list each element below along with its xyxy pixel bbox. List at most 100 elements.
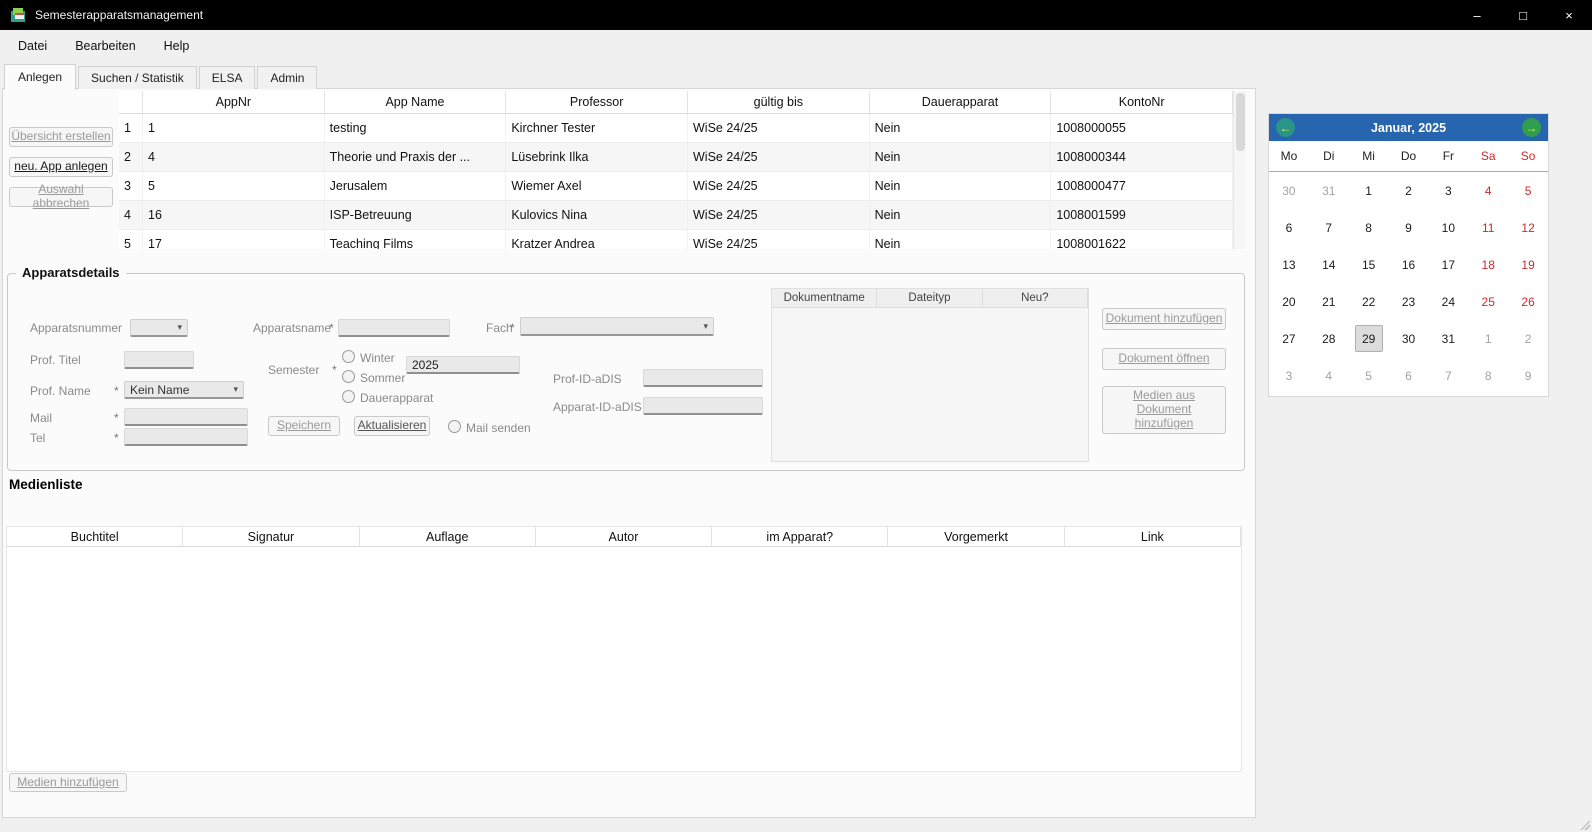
column-header[interactable]: im Apparat? — [712, 527, 888, 546]
calendar-day[interactable]: 28 — [1309, 320, 1349, 357]
calendar-day[interactable]: 25 — [1468, 283, 1508, 320]
auswahl-abbrechen-button[interactable]: Auswahl abbrechen — [9, 187, 113, 207]
calendar-day[interactable]: 4 — [1309, 357, 1349, 394]
resize-grip[interactable] — [1579, 819, 1590, 830]
dokument-oeffnen-button[interactable]: Dokument öffnen — [1102, 348, 1226, 370]
calendar-day[interactable]: 24 — [1428, 283, 1468, 320]
calendar-day[interactable]: 8 — [1468, 357, 1508, 394]
column-header[interactable]: Signatur — [183, 527, 359, 546]
table-row[interactable]: 5 17 Teaching Films Kratzer Andrea WiSe … — [119, 230, 1233, 249]
close-icon[interactable]: × — [1546, 0, 1592, 30]
calendar-day[interactable]: 14 — [1309, 246, 1349, 283]
calendar-day[interactable]: 27 — [1269, 320, 1309, 357]
calendar-day[interactable]: 30 — [1269, 172, 1309, 209]
medien-aus-dokument-button[interactable]: Medien aus Dokument hinzufügen — [1102, 386, 1226, 434]
calendar-day[interactable]: 19 — [1508, 246, 1548, 283]
calendar-day[interactable]: 21 — [1309, 283, 1349, 320]
tab-elsa[interactable]: ELSA — [199, 66, 256, 89]
calendar-day[interactable]: 1 — [1349, 172, 1389, 209]
calendar-day[interactable]: 8 — [1349, 209, 1389, 246]
aktualisieren-button[interactable]: Aktualisieren — [354, 416, 430, 436]
table-scrollbar[interactable] — [1233, 91, 1246, 249]
dokument-hinzufuegen-button[interactable]: Dokument hinzufügen — [1102, 308, 1226, 330]
mail-field[interactable] — [124, 408, 248, 426]
tab-suchen-statistik[interactable]: Suchen / Statistik — [78, 66, 197, 89]
dauerapparat-radio[interactable] — [342, 390, 355, 403]
column-header[interactable]: Dauerapparat — [870, 91, 1052, 113]
column-header[interactable]: Buchtitel — [7, 527, 183, 546]
calendar-day[interactable]: 17 — [1428, 246, 1468, 283]
calendar-day[interactable]: 29 — [1355, 325, 1383, 352]
menu-help[interactable]: Help — [150, 33, 204, 59]
calendar-day[interactable]: 30 — [1389, 320, 1429, 357]
calendar-day[interactable]: 15 — [1349, 246, 1389, 283]
sommer-radio[interactable] — [342, 370, 355, 383]
winter-radio[interactable] — [342, 350, 355, 363]
calendar-day[interactable]: 7 — [1309, 209, 1349, 246]
calendar-day[interactable]: 5 — [1508, 172, 1548, 209]
calendar-day[interactable]: 23 — [1389, 283, 1429, 320]
prof-id-adis-field[interactable] — [643, 369, 763, 387]
fach-combobox[interactable]: ▾ — [520, 317, 714, 336]
column-header[interactable]: Auflage — [360, 527, 536, 546]
apparat-id-adis-field[interactable] — [643, 397, 763, 415]
column-header[interactable]: App Name — [325, 91, 507, 113]
calendar-day[interactable]: 11 — [1468, 209, 1508, 246]
column-header[interactable] — [119, 91, 143, 113]
column-header[interactable]: Vorgemerkt — [888, 527, 1064, 546]
prof-titel-field[interactable] — [124, 351, 194, 369]
column-header[interactable]: Dokumentname — [772, 289, 877, 307]
column-header[interactable]: gültig bis — [688, 91, 870, 113]
column-header[interactable]: Link — [1065, 527, 1241, 546]
column-header[interactable]: KontoNr — [1051, 91, 1233, 113]
calendar-day[interactable]: 9 — [1508, 357, 1548, 394]
calendar-day[interactable]: 16 — [1389, 246, 1429, 283]
menu-datei[interactable]: Datei — [4, 33, 61, 59]
calendar-day[interactable]: 10 — [1428, 209, 1468, 246]
column-header[interactable]: Professor — [506, 91, 688, 113]
column-header[interactable]: AppNr — [143, 91, 325, 113]
calendar-day[interactable]: 3 — [1269, 357, 1309, 394]
calendar-day[interactable]: 12 — [1508, 209, 1548, 246]
tel-field[interactable] — [124, 428, 248, 446]
table-row[interactable]: 4 16 ISP-Betreuung Kulovics Nina WiSe 24… — [119, 201, 1233, 230]
mail-senden-checkbox[interactable] — [448, 420, 461, 433]
menu-bearbeiten[interactable]: Bearbeiten — [61, 33, 149, 59]
tab-anlegen[interactable]: Anlegen — [4, 64, 76, 90]
calendar-day[interactable]: 31 — [1428, 320, 1468, 357]
scrollbar-thumb[interactable] — [1236, 93, 1245, 151]
calendar-day[interactable]: 4 — [1468, 172, 1508, 209]
uebersicht-erstellen-button[interactable]: Übersicht erstellen — [9, 127, 113, 147]
calendar-day[interactable]: 26 — [1508, 283, 1548, 320]
calendar-day[interactable]: 13 — [1269, 246, 1309, 283]
table-row[interactable]: 2 4 Theorie und Praxis der ... Lüsebrink… — [119, 143, 1233, 172]
calendar-day[interactable]: 2 — [1389, 172, 1429, 209]
next-month-icon[interactable]: → — [1522, 118, 1541, 137]
neue-app-anlegen-button[interactable]: neu. App anlegen — [9, 157, 113, 177]
minimize-icon[interactable]: – — [1454, 0, 1500, 30]
prof-name-combobox[interactable]: Kein Name ▾ — [124, 381, 244, 399]
table-row[interactable]: 3 5 Jerusalem Wiemer Axel WiSe 24/25 Nei… — [119, 172, 1233, 201]
calendar-day[interactable]: 7 — [1428, 357, 1468, 394]
speichern-button[interactable]: Speichern — [268, 416, 340, 436]
calendar-day[interactable]: 2 — [1508, 320, 1548, 357]
calendar-day[interactable]: 20 — [1269, 283, 1309, 320]
tab-admin[interactable]: Admin — [257, 66, 317, 89]
calendar-day[interactable]: 31 — [1309, 172, 1349, 209]
calendar-day[interactable]: 6 — [1269, 209, 1309, 246]
table-row[interactable]: 1 1 testing Kirchner Tester WiSe 24/25 N… — [119, 114, 1233, 143]
maximize-icon[interactable]: □ — [1500, 0, 1546, 30]
column-header[interactable]: Dateityp — [877, 289, 982, 307]
calendar-day[interactable]: 18 — [1468, 246, 1508, 283]
previous-month-icon[interactable]: ← — [1276, 118, 1295, 137]
column-header[interactable]: Neu? — [983, 289, 1088, 307]
apparatsname-field[interactable] — [338, 319, 450, 337]
medien-hinzufuegen-button[interactable]: Medien hinzufügen — [9, 773, 127, 792]
calendar-day[interactable]: 3 — [1428, 172, 1468, 209]
calendar-day[interactable]: 5 — [1349, 357, 1389, 394]
calendar-day[interactable]: 22 — [1349, 283, 1389, 320]
apparatsnummer-combobox[interactable]: ▾ — [130, 319, 188, 337]
jahr-field[interactable] — [406, 356, 520, 374]
calendar-day[interactable]: 6 — [1389, 357, 1429, 394]
calendar-day[interactable]: 9 — [1389, 209, 1429, 246]
